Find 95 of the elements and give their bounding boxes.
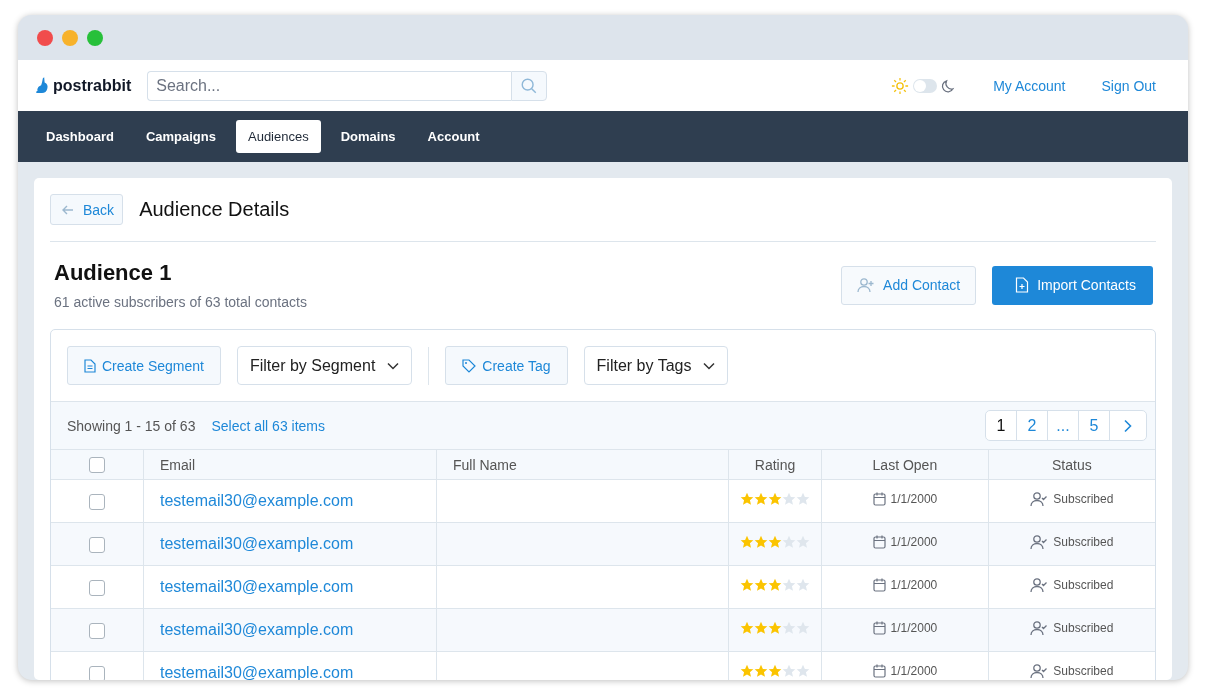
- star-icon: [782, 664, 796, 678]
- page-button[interactable]: 1: [986, 411, 1016, 440]
- create-segment-button[interactable]: Create Segment: [67, 346, 221, 385]
- star-icon: [740, 535, 754, 549]
- status-text: Subscribed: [1053, 578, 1114, 592]
- star-icon: [796, 492, 810, 506]
- star-icon: [796, 578, 810, 592]
- last-open-date: 1/1/2000: [890, 621, 938, 635]
- last-open-date: 1/1/2000: [890, 578, 938, 592]
- star-icon: [782, 578, 796, 592]
- user-check-icon: [1030, 577, 1049, 593]
- star-icon: [782, 492, 796, 506]
- page-button[interactable]: 2: [1016, 411, 1047, 440]
- header-link[interactable]: My Account: [993, 77, 1066, 94]
- nav-tab[interactable]: Account: [415, 120, 492, 153]
- column-header: Email: [143, 450, 437, 480]
- status-text: Subscribed: [1053, 535, 1114, 549]
- star-icon: [782, 621, 796, 635]
- document-icon: [84, 358, 96, 373]
- calendar-icon: [872, 664, 886, 678]
- star-icon: [768, 578, 782, 592]
- search-field[interactable]: Search...: [147, 70, 512, 101]
- row-checkbox[interactable]: [89, 665, 105, 680]
- calendar-icon: [872, 535, 886, 549]
- calendar-icon: [872, 578, 886, 592]
- brand-name: postrabbit: [53, 76, 132, 95]
- create-tag-button[interactable]: Create Tag: [445, 346, 568, 385]
- minimize-icon[interactable]: [62, 29, 78, 46]
- back-button[interactable]: Back: [50, 194, 124, 225]
- add-contact-button[interactable]: Add Contact: [841, 265, 977, 305]
- star-icon: [782, 535, 796, 549]
- star-icon: [740, 664, 754, 678]
- star-icon: [754, 492, 768, 506]
- nav-tab[interactable]: Domains: [328, 120, 408, 153]
- user-check-icon: [1030, 620, 1049, 636]
- search-button[interactable]: [511, 70, 548, 101]
- calendar-icon: [872, 621, 886, 635]
- row-checkbox[interactable]: [89, 536, 105, 553]
- last-open-date: 1/1/2000: [890, 535, 938, 549]
- status-text: Subscribed: [1053, 664, 1114, 678]
- calendar-icon: [872, 492, 886, 506]
- audience-summary: 61 active subscribers of 63 total contacts: [54, 294, 307, 310]
- tag-icon: [462, 358, 477, 373]
- select-all-checkbox[interactable]: [89, 457, 105, 474]
- star-icon: [740, 492, 754, 506]
- row-checkbox[interactable]: [89, 493, 105, 510]
- star-icon: [740, 578, 754, 592]
- audience-name: Audience 1: [54, 260, 173, 286]
- user-plus-icon: [857, 277, 876, 293]
- star-icon: [768, 664, 782, 678]
- filter-dropdown[interactable]: Filter by Tags: [583, 346, 729, 385]
- column-header: Rating: [728, 450, 822, 480]
- nav-tab[interactable]: Audiences: [236, 120, 321, 153]
- sun-icon: [891, 76, 910, 95]
- column-header: Full Name: [436, 450, 729, 480]
- user-check-icon: [1030, 663, 1049, 679]
- page-button[interactable]: ...: [1047, 411, 1078, 440]
- row-checkbox[interactable]: [89, 579, 105, 596]
- user-check-icon: [1030, 534, 1049, 550]
- last-open-date: 1/1/2000: [890, 492, 938, 506]
- column-header: Status: [988, 450, 1155, 480]
- header-link[interactable]: Sign Out: [1101, 77, 1156, 94]
- star-icon: [768, 492, 782, 506]
- maximize-icon[interactable]: [87, 29, 103, 46]
- search-icon[interactable]: [520, 76, 539, 95]
- showing-count: Showing 1 - 15 of 63: [67, 417, 196, 434]
- star-icon: [768, 621, 782, 635]
- nav-tab[interactable]: Campaigns: [133, 120, 228, 153]
- filter-dropdown[interactable]: Filter by Segment: [236, 346, 413, 385]
- status-text: Subscribed: [1053, 492, 1114, 506]
- status-text: Subscribed: [1053, 621, 1114, 635]
- chevron-down-icon: [703, 361, 716, 370]
- page-title: Audience Details: [139, 198, 290, 221]
- column-header: Last Open: [821, 450, 989, 480]
- star-icon: [740, 621, 754, 635]
- row-checkbox[interactable]: [89, 622, 105, 639]
- star-icon: [768, 535, 782, 549]
- close-icon[interactable]: [37, 29, 53, 46]
- last-open-date: 1/1/2000: [890, 664, 938, 678]
- email-link[interactable]: testemail30@example.com: [160, 578, 354, 595]
- star-icon: [754, 621, 768, 635]
- import-contacts-button[interactable]: Import Contacts: [992, 265, 1153, 305]
- chevron-right-icon: [1123, 418, 1133, 433]
- page-button[interactable]: 5: [1078, 411, 1109, 440]
- nav-tab[interactable]: Dashboard: [34, 120, 126, 153]
- select-all-link[interactable]: Select all 63 items: [211, 417, 326, 434]
- chevron-down-icon: [387, 361, 400, 370]
- theme-toggle[interactable]: [913, 78, 938, 93]
- email-link[interactable]: testemail30@example.com: [160, 492, 354, 509]
- star-icon: [754, 664, 768, 678]
- user-check-icon: [1030, 491, 1049, 507]
- star-icon: [754, 535, 768, 549]
- star-icon: [796, 664, 810, 678]
- file-plus-icon: [1015, 277, 1030, 293]
- star-icon: [754, 578, 768, 592]
